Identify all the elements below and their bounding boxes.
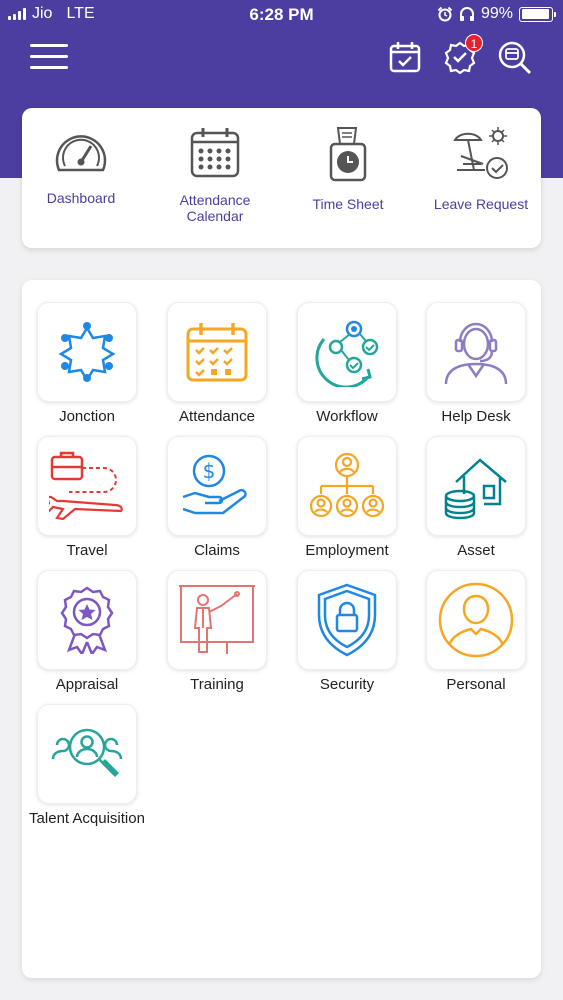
module-label: Appraisal [55, 676, 119, 693]
search-icon [498, 41, 532, 75]
quick-link-time-sheet[interactable]: Time Sheet [283, 126, 413, 212]
people-network-icon [58, 322, 116, 383]
attendance-check-button[interactable] [388, 40, 422, 74]
award-ribbon-icon [60, 586, 114, 654]
module-icon-box [297, 302, 397, 402]
presentation-icon [179, 585, 255, 654]
module-icon-box [37, 436, 137, 536]
modules-grid: Jonction Attendance Workflow Help Desk T… [22, 280, 541, 978]
module-icon-box [297, 570, 397, 670]
quick-link-label: Leave Request [433, 196, 529, 212]
module-employment[interactable]: Employment [282, 436, 412, 559]
approvals-button[interactable]: 1 [443, 34, 483, 75]
notification-badge: 1 [465, 34, 483, 52]
module-icon-box: $ [167, 436, 267, 536]
quick-links-card: Dashboard Attendance Calendar Time Sheet [22, 108, 541, 248]
module-label: Asset [457, 542, 495, 559]
module-icon-box [167, 302, 267, 402]
calendar-icon [190, 128, 240, 178]
module-icon-box [426, 570, 526, 670]
module-help-desk[interactable]: Help Desk [411, 302, 541, 425]
module-label: Training [190, 676, 244, 693]
person-circle-icon [438, 582, 514, 658]
module-label: Claims [194, 542, 240, 559]
module-travel[interactable]: Travel [22, 436, 152, 559]
quick-link-label: Attendance Calendar [179, 192, 251, 224]
beach-chair-icon [453, 127, 508, 179]
module-label: Travel [66, 542, 108, 559]
travel-icon [49, 451, 123, 521]
module-appraisal[interactable]: Appraisal [22, 570, 152, 693]
module-security[interactable]: Security [282, 570, 412, 693]
quick-link-dashboard[interactable]: Dashboard [16, 126, 146, 206]
search-button[interactable] [497, 40, 532, 75]
module-icon-box [37, 704, 137, 804]
module-training[interactable]: Training [152, 570, 282, 693]
battery-percent: 99% [480, 5, 513, 22]
talent-search-icon [51, 728, 123, 777]
attendance-calendar-icon [186, 323, 248, 382]
module-icon-box [37, 302, 137, 402]
quick-link-leave-request[interactable]: Leave Request [416, 126, 546, 212]
module-label: Security [319, 676, 375, 693]
module-icon-box [426, 436, 526, 536]
quick-link-label: Time Sheet [312, 196, 384, 212]
module-icon-box [426, 302, 526, 402]
module-asset[interactable]: Asset [411, 436, 541, 559]
module-label: Workflow [316, 408, 378, 425]
module-attendance[interactable]: Attendance [152, 302, 282, 425]
module-label: Attendance [179, 408, 255, 425]
svg-text:$: $ [203, 459, 216, 483]
calendar-check-icon [389, 42, 421, 73]
alarm-icon [437, 6, 453, 22]
module-label: Talent Acquisition [29, 810, 145, 827]
module-label: Personal [446, 676, 506, 693]
module-label: Employment [305, 542, 389, 559]
module-icon-box [297, 436, 397, 536]
timesheet-icon [329, 127, 367, 182]
headset-agent-icon [444, 322, 508, 385]
quick-link-label: Dashboard [46, 190, 116, 206]
status-bar: Jio LTE 6:28 PM 99% [0, 0, 563, 30]
module-icon-box [37, 570, 137, 670]
module-label: Jonction [59, 408, 115, 425]
module-jonction[interactable]: Jonction [22, 302, 152, 425]
module-workflow[interactable]: Workflow [282, 302, 412, 425]
org-chart-icon [309, 452, 385, 518]
status-right: 99% [437, 5, 556, 23]
headphones-icon [459, 7, 474, 21]
module-talent-acquisition[interactable]: Talent Acquisition [22, 704, 152, 827]
menu-button[interactable] [30, 44, 68, 70]
house-coins-icon [444, 458, 507, 520]
speedometer-icon [55, 135, 107, 172]
module-personal[interactable]: Personal [411, 570, 541, 693]
module-label: Help Desk [441, 408, 511, 425]
workflow-icon [315, 320, 379, 387]
module-claims[interactable]: $ Claims [152, 436, 282, 559]
battery-icon [519, 6, 556, 22]
shield-lock-icon [317, 583, 377, 657]
money-hand-icon: $ [182, 454, 247, 515]
module-icon-box [167, 570, 267, 670]
quick-link-attendance-calendar[interactable]: Attendance Calendar [150, 126, 280, 224]
